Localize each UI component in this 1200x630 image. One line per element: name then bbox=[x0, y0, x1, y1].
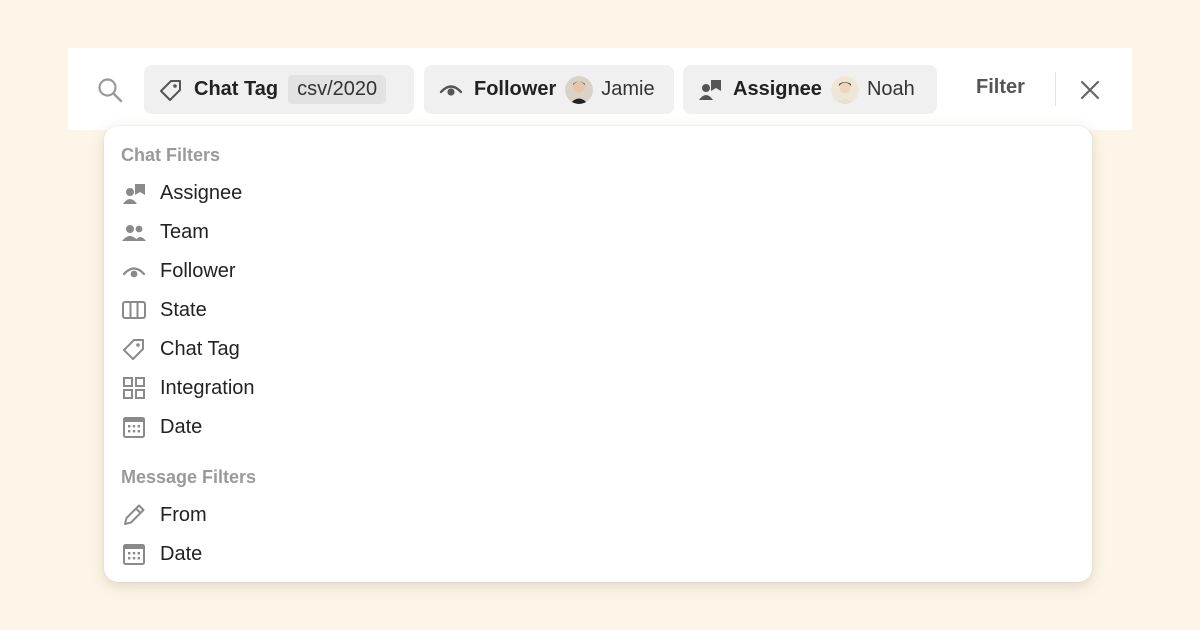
menu-item-label: Date bbox=[160, 415, 203, 438]
divider bbox=[1055, 72, 1056, 106]
chip-value-name: Jamie bbox=[601, 78, 655, 100]
menu-item-state[interactable]: State bbox=[120, 293, 620, 327]
team-icon bbox=[120, 218, 148, 246]
menu-item-label: From bbox=[160, 503, 207, 526]
filter-chip-assignee[interactable]: Assignee Noah bbox=[683, 65, 937, 114]
chip-value-tag: csv/2020 bbox=[288, 75, 387, 104]
assignee-icon bbox=[697, 77, 723, 103]
section-header-message-filters: Message Filters bbox=[121, 467, 257, 487]
chip-label: Assignee bbox=[733, 78, 822, 100]
menu-item-message-date[interactable]: Date bbox=[120, 537, 620, 571]
avatar bbox=[830, 75, 859, 104]
menu-item-assignee[interactable]: Assignee bbox=[120, 176, 620, 210]
filter-chip-chat-tag[interactable]: Chat Tag csv/2020 bbox=[144, 65, 414, 114]
chip-label: Chat Tag bbox=[194, 78, 279, 100]
menu-item-label: Chat Tag bbox=[160, 337, 240, 360]
calendar-icon bbox=[120, 413, 148, 441]
assignee-icon bbox=[120, 179, 148, 207]
grid-icon bbox=[120, 374, 148, 402]
eye-icon bbox=[438, 77, 464, 103]
menu-item-label: Team bbox=[160, 220, 209, 243]
chip-label: Follower bbox=[474, 78, 557, 100]
menu-item-label: Integration bbox=[160, 376, 255, 399]
filter-bar: Chat Tag csv/2020 Follower Jamie Assigne… bbox=[68, 48, 1132, 130]
pencil-icon bbox=[120, 501, 148, 529]
menu-item-chat-tag[interactable]: Chat Tag bbox=[120, 332, 620, 366]
menu-item-label: State bbox=[160, 298, 207, 321]
filter-button[interactable]: Filter bbox=[976, 76, 1025, 99]
eye-icon bbox=[120, 257, 148, 285]
menu-item-from[interactable]: From bbox=[120, 498, 620, 532]
filter-dropdown-menu: Chat Filters Assignee Team Follower Stat… bbox=[104, 126, 1092, 582]
menu-item-label: Assignee bbox=[160, 181, 243, 204]
tag-icon bbox=[158, 77, 184, 103]
search-icon[interactable] bbox=[96, 76, 124, 104]
filter-chip-follower[interactable]: Follower Jamie bbox=[424, 65, 674, 114]
avatar bbox=[565, 75, 594, 104]
tag-icon bbox=[120, 335, 148, 363]
menu-item-label: Date bbox=[160, 542, 203, 565]
section-header-chat-filters: Chat Filters bbox=[121, 145, 221, 165]
calendar-icon bbox=[120, 540, 148, 568]
close-icon[interactable] bbox=[1078, 78, 1102, 102]
menu-item-follower[interactable]: Follower bbox=[120, 254, 620, 288]
columns-icon bbox=[120, 296, 148, 324]
menu-item-date[interactable]: Date bbox=[120, 410, 620, 444]
menu-item-team[interactable]: Team bbox=[120, 215, 620, 249]
chip-value-name: Noah bbox=[866, 78, 915, 100]
menu-item-integration[interactable]: Integration bbox=[120, 371, 620, 405]
menu-item-label: Follower bbox=[160, 259, 236, 282]
